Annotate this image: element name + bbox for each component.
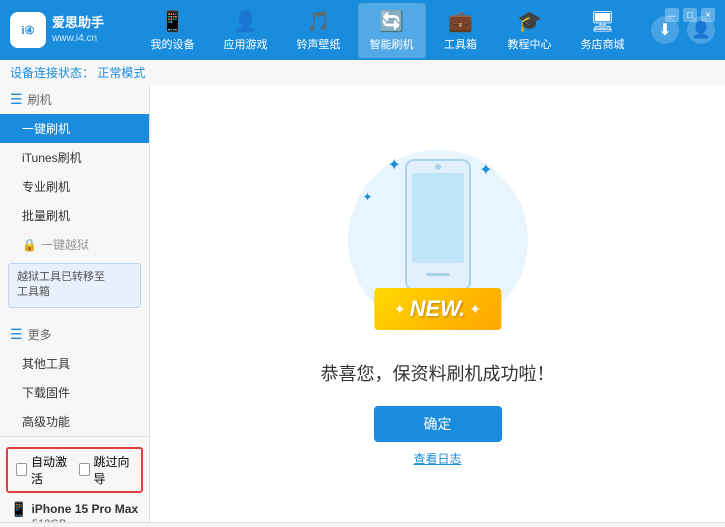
logo-icon: i④ [10,12,46,48]
service-icon: 🖥 [590,9,615,34]
smart-flash-icon: 🔄 [379,9,404,34]
flash-group-icon: ☰ [10,91,23,108]
service-label: 务店商城 [581,36,625,52]
logo-text: i④ [22,24,35,37]
more-section: ☰ 更多 其他工具 下载固件 高级功能 [0,320,149,436]
my-device-label: 我的设备 [151,36,195,52]
tutorial-label: 教程中心 [508,36,552,52]
more-group-label: 更多 [28,326,52,343]
auto-controls-row: 自动激活 跳过向导 [6,447,143,493]
batch-flash-label: 批量刷机 [22,209,70,223]
toolbox-label: 工具箱 [444,36,477,52]
sidebar-item-download-firmware[interactable]: 下载固件 [0,378,149,407]
jailbreak-notice: 越狱工具已转移至工具箱 [8,263,141,308]
nav-apps[interactable]: 👤 应用游戏 [212,3,280,58]
flash-section-header: ☰ 刷机 [0,85,149,114]
logo-brand: 爱思助手 www.i4.cn [52,15,104,45]
new-star-left: ✦ [394,301,406,318]
sidebar-item-jailbreak: 🔒 一键越狱 [0,230,149,259]
lock-icon: 🔒 [22,238,37,252]
my-device-icon: 📱 [160,9,185,34]
smart-flash-label: 智能刷机 [370,36,414,52]
sidebar-item-batch-flash[interactable]: 批量刷机 [0,201,149,230]
auto-activate-checkbox[interactable] [16,463,27,476]
nav-my-device[interactable]: 📱 我的设备 [139,3,207,58]
pro-flash-label: 专业刷机 [22,180,70,194]
status-value: 正常模式 [97,66,145,80]
skip-guide-label: 跳过向导 [94,453,133,487]
auto-activate-label: 自动激活 [31,453,70,487]
device-name-row: 📱 iPhone 15 Pro Max [10,501,139,518]
advanced-label: 高级功能 [22,415,70,429]
ringtone-icon: 🎵 [306,9,331,34]
success-message: 恭喜您，保资料刷机成功啦！ [321,360,555,386]
skip-guide-checkbox[interactable] [79,463,90,476]
new-text: NEW. [410,296,466,322]
flash-section: ☰ 刷机 一键刷机 iTunes刷机 专业刷机 批量刷机 🔒 一键越狱 [0,85,149,312]
setting-status-bar: 设备连接状态： 正常模式 [0,60,725,85]
nav-smart-flash[interactable]: 🔄 智能刷机 [358,3,426,58]
sidebar-item-one-click-flash[interactable]: 一键刷机 [0,114,149,143]
sidebar-item-pro-flash[interactable]: 专业刷机 [0,172,149,201]
more-section-header: ☰ 更多 [0,320,149,349]
apps-icon: 👤 [233,9,258,34]
device-storage: 512GB [10,518,139,522]
other-tools-label: 其他工具 [22,357,70,371]
sidebar: ☰ 刷机 一键刷机 iTunes刷机 专业刷机 批量刷机 🔒 一键越狱 [0,85,150,522]
sidebar-item-advanced[interactable]: 高级功能 [0,407,149,436]
nav-ringtone[interactable]: 🎵 铃声壁纸 [285,3,353,58]
window-controls: － □ × [665,8,715,22]
sparkle-2: ✦ [479,160,492,180]
device-phone-icon: 📱 [10,501,27,518]
logo: i④ 爱思助手 www.i4.cn [10,12,104,48]
apps-label: 应用游戏 [224,36,268,52]
new-star-right: ✦ [469,301,481,318]
download-firmware-label: 下载固件 [22,386,70,400]
nav-bar: 📱 我的设备 👤 应用游戏 🎵 铃声壁纸 🔄 智能刷机 💼 工具箱 🎓 [124,3,651,58]
nav-service[interactable]: 🖥 务店商城 [569,3,637,58]
maximize-button[interactable]: □ [683,8,697,22]
content-area: ✦ ✦ ✦ ✦ NEW. ✦ [150,85,725,522]
nav-tutorial[interactable]: 🎓 教程中心 [496,3,564,58]
sparkle-3: ✦ [363,190,373,204]
brand-name: 爱思助手 [52,15,104,32]
brand-url: www.i4.cn [52,32,104,45]
nav-toolbox[interactable]: 💼 工具箱 [431,3,491,58]
log-link[interactable]: 查看日志 [413,450,461,467]
status-label: 设备连接状态： [10,66,94,80]
phone-svg [398,155,478,295]
device-info: 📱 iPhone 15 Pro Max 512GB iPhone [0,497,149,522]
tutorial-icon: 🎓 [517,9,542,34]
toolbox-icon: 💼 [448,9,473,34]
bottom-sidebar: 自动激活 跳过向导 📱 iPhone 15 Pro Max 512GB iPho… [0,436,149,522]
jailbreak-label: 一键越狱 [41,236,89,253]
ringtone-label: 铃声壁纸 [297,36,341,52]
minimize-button[interactable]: － [665,8,679,22]
flash-group-label: 刷机 [28,91,52,108]
footer: V7.98.66 客服 微信公众号 检查更新 [0,522,725,527]
success-illustration: ✦ ✦ ✦ ✦ NEW. ✦ [328,140,548,340]
main-area: ☰ 刷机 一键刷机 iTunes刷机 专业刷机 批量刷机 🔒 一键越狱 [0,85,725,522]
new-banner: ✦ NEW. ✦ [374,288,501,330]
header: i④ 爱思助手 www.i4.cn 📱 我的设备 👤 应用游戏 🎵 铃声壁纸 🔄 [0,0,725,60]
device-name: iPhone 15 Pro Max [31,502,138,516]
one-click-flash-label: 一键刷机 [22,122,70,136]
more-group-icon: ☰ [10,326,23,343]
sidebar-item-other-tools[interactable]: 其他工具 [0,349,149,378]
itunes-flash-label: iTunes刷机 [22,151,82,165]
confirm-button[interactable]: 确定 [374,406,502,442]
sidebar-item-itunes-flash[interactable]: iTunes刷机 [0,143,149,172]
close-button[interactable]: × [701,8,715,22]
